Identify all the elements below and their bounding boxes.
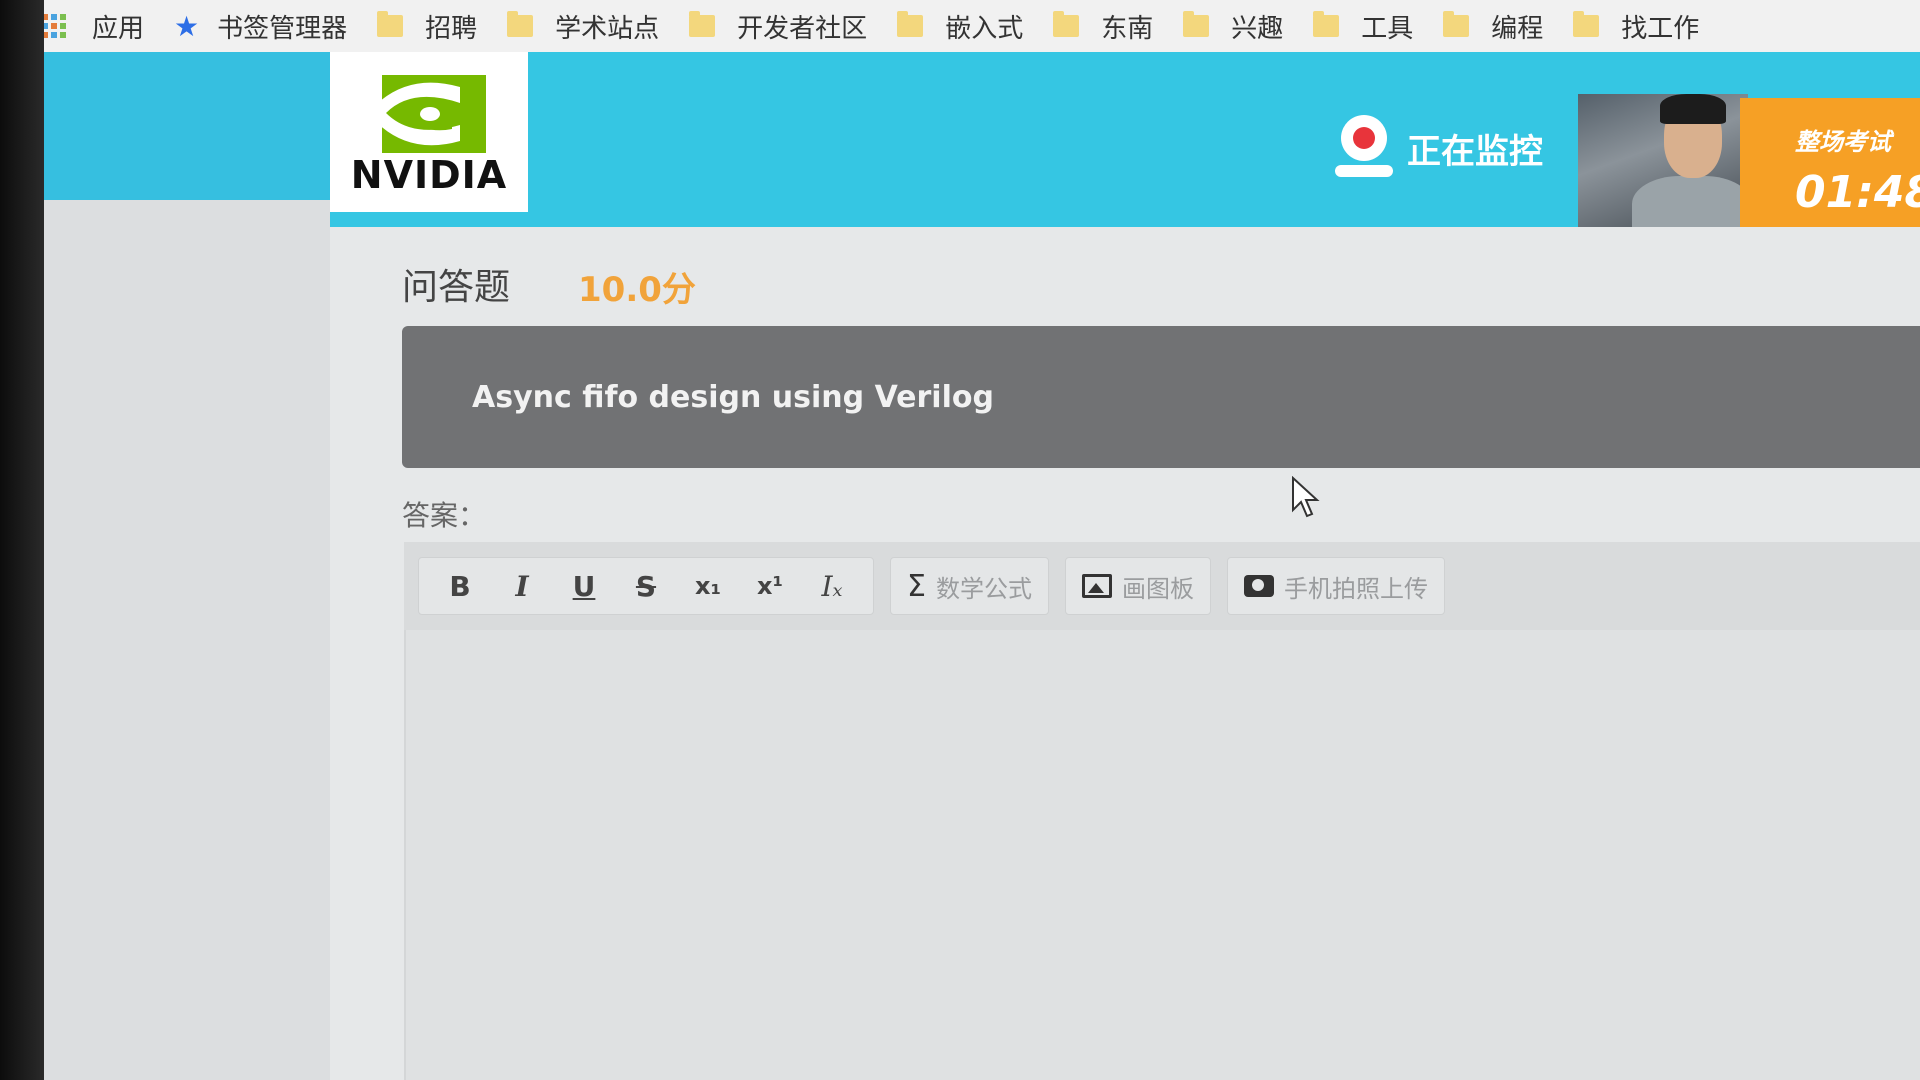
bookmark-folder[interactable]: 编程 [1431, 0, 1561, 52]
phone-photo-upload-button[interactable]: 手机拍照上传 [1226, 557, 1445, 615]
answer-label: 答案： [402, 499, 487, 532]
bookmark-folder-label: 招聘 [425, 13, 478, 44]
sigma-icon: Σ [907, 568, 926, 604]
bookmark-folder[interactable]: 嵌入式 [885, 0, 1041, 52]
bookmark-folder[interactable]: 找工作 [1561, 0, 1717, 52]
italic-button[interactable]: I [491, 557, 553, 615]
bookmark-folder-label: 兴趣 [1231, 13, 1284, 44]
bookmarks-bar: 应用 ★ 书签管理器 招聘 学术站点 开发者社区 嵌入式 东南 兴趣 工具 编程… [0, 0, 1920, 52]
apps-grid-icon [42, 14, 66, 38]
underline-button[interactable]: U [553, 557, 615, 615]
bookmark-manager-label: 书签管理器 [217, 13, 348, 44]
question-text: Async fifo design using Verilog [472, 379, 994, 415]
bookmark-apps-label: 应用 [92, 13, 145, 44]
phone-photo-upload-label: 手机拍照上传 [1283, 574, 1428, 603]
folder-icon [1573, 11, 1600, 37]
webcam-icon [1335, 115, 1393, 181]
folder-icon [897, 11, 924, 37]
superscript-button[interactable]: x¹ [739, 557, 801, 615]
header-left-band [0, 52, 330, 200]
monitor-status-text: 正在监控 [1407, 131, 1543, 172]
bookmark-folder-label: 嵌入式 [945, 13, 1024, 44]
question-panel: Async fifo design using Verilog [402, 326, 1920, 468]
browser-screen: 应用 ★ 书签管理器 招聘 学术站点 开发者社区 嵌入式 东南 兴趣 工具 编程… [0, 0, 1920, 1080]
bookmark-folder-label: 开发者社区 [737, 13, 868, 44]
subscript-button[interactable]: x₁ [677, 557, 739, 615]
monitor-bezel [0, 0, 44, 1080]
image-icon [1081, 574, 1112, 598]
left-sidebar [44, 200, 330, 1080]
folder-icon [507, 11, 534, 37]
bookmark-folder-label: 东南 [1101, 13, 1154, 44]
webcam-preview [1578, 94, 1748, 236]
bookmark-folder[interactable]: 招聘 [365, 0, 495, 52]
bold-button[interactable]: B [429, 557, 491, 615]
timer-label: 整场考试 [1795, 128, 1891, 156]
bookmark-folder-label: 工具 [1361, 13, 1414, 44]
bookmark-manager[interactable]: ★ 书签管理器 [162, 0, 365, 52]
nvidia-eye-icon [368, 75, 486, 153]
math-formula-button[interactable]: Σ 数学公式 [890, 557, 1049, 615]
folder-icon [1053, 11, 1080, 37]
strikethrough-button[interactable]: S [615, 557, 677, 615]
folder-icon [1183, 11, 1210, 37]
folder-icon [377, 11, 404, 37]
bookmark-folder[interactable]: 东南 [1041, 0, 1171, 52]
folder-icon [1313, 11, 1340, 37]
star-icon: ★ [174, 9, 200, 43]
drawing-board-label: 画图板 [1121, 574, 1194, 603]
bookmark-folder-label: 编程 [1491, 13, 1544, 44]
brand-wordmark: NVIDIA [350, 153, 508, 197]
bookmark-folder[interactable]: 工具 [1301, 0, 1431, 52]
nvidia-logo: NVIDIA [330, 52, 528, 212]
timer-value: 01:48 [1795, 167, 1920, 218]
bookmark-folder[interactable]: 兴趣 [1171, 0, 1301, 52]
bookmark-apps[interactable]: 应用 [30, 0, 162, 52]
bookmark-folder-label: 学术站点 [555, 13, 660, 44]
mouse-cursor-icon [1292, 476, 1320, 518]
bookmark-folder[interactable]: 学术站点 [495, 0, 677, 52]
folder-icon [689, 11, 716, 37]
question-score: 10.0分 [578, 270, 696, 310]
folder-icon [1443, 11, 1470, 37]
exam-timer: 整场考试 01:48 [1740, 98, 1920, 238]
question-type: 问答题 [402, 267, 511, 308]
format-button-group: B I U S x₁ x¹ Iₓ [418, 557, 874, 615]
proctor-monitor-status: 正在监控 [1335, 115, 1543, 181]
bookmark-folder[interactable]: 开发者社区 [677, 0, 885, 52]
clear-format-button[interactable]: Iₓ [801, 557, 863, 615]
camera-icon [1243, 575, 1274, 597]
editor-toolbar: B I U S x₁ x¹ Iₓ Σ 数学公式 画图板 手机拍照上传 [404, 542, 1920, 630]
math-formula-label: 数学公式 [935, 574, 1032, 603]
drawing-board-button[interactable]: 画图板 [1064, 557, 1211, 615]
bookmark-folder-label: 找工作 [1621, 13, 1700, 44]
